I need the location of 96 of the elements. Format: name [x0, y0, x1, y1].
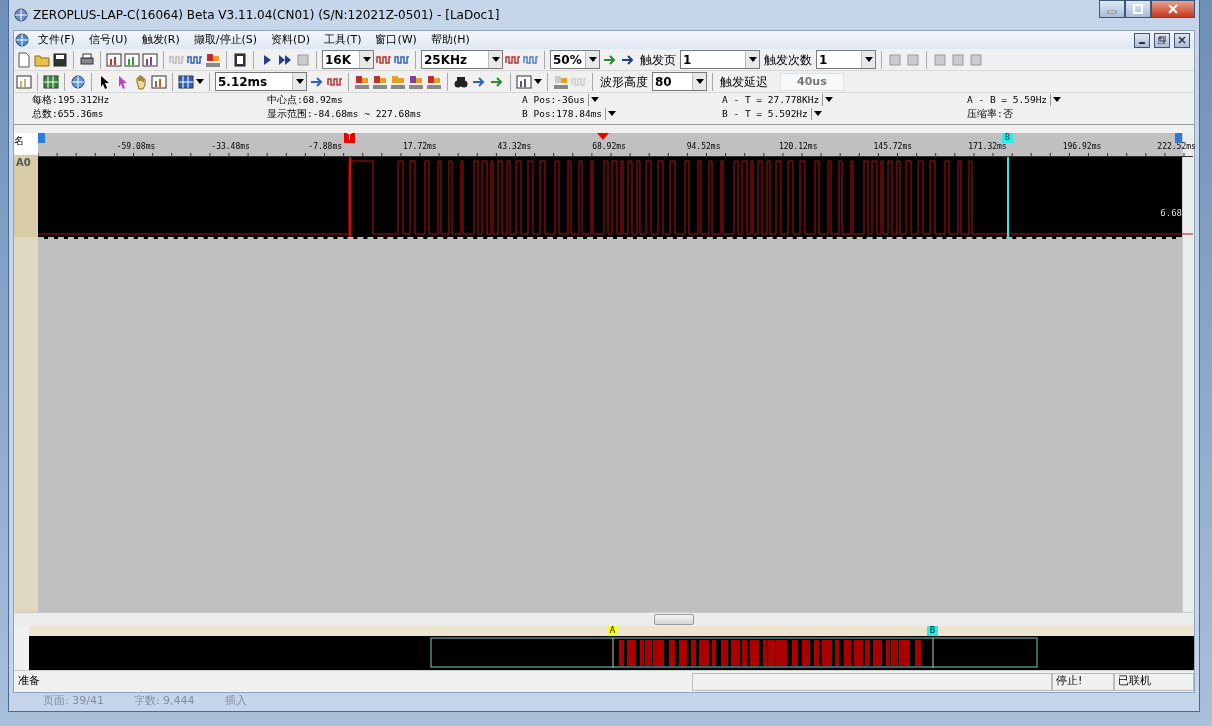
trigger-count-label: 触发次数 — [763, 51, 813, 69]
menu-item[interactable]: 触发(R) — [135, 31, 186, 49]
cursor-marker[interactable] — [38, 133, 45, 143]
info-text: A - T = 27.778KHz — [722, 92, 820, 107]
trigger-marker[interactable]: T — [344, 133, 355, 143]
restore-button[interactable] — [1154, 32, 1170, 48]
tick-label: -59.08ms — [116, 142, 156, 152]
minimize-button[interactable] — [1134, 32, 1150, 48]
window-title: ZEROPLUS-LAP-C(16064) Beta V3.11.04(CN01) (S/N:12021Z-0501) - [LaDoc1] — [33, 7, 500, 24]
close-icon — [1168, 4, 1178, 14]
caret-icon — [695, 79, 704, 84]
info-text: 总数:655.36ms — [32, 106, 104, 121]
print-icon[interactable] — [79, 51, 95, 68]
background-status-text: 字数: 9,444 — [133, 693, 195, 707]
bar-icon[interactable] — [426, 73, 442, 90]
connection-status: 已联机 — [1114, 672, 1194, 691]
save-icon[interactable] — [52, 51, 68, 68]
bar-icon[interactable] — [372, 73, 388, 90]
center-marker-icon — [597, 133, 609, 140]
new-file-icon[interactable] — [16, 51, 32, 68]
menu-item[interactable]: 工具(T) — [318, 31, 368, 49]
menu-item[interactable]: 撷取/停止(S) — [187, 31, 264, 49]
trigger-delay-button[interactable]: 40us — [780, 72, 844, 91]
trigger-delay-label: 触发延迟 — [719, 73, 769, 91]
wave-height-label: 波形高度 — [599, 73, 649, 91]
menu-item[interactable]: 帮助(H) — [424, 31, 476, 49]
trigger-count-dropdown[interactable]: 1 — [816, 50, 876, 69]
tick-label: 145.72ms — [873, 142, 913, 152]
tick-label: 43.32ms — [497, 142, 532, 152]
caret-icon — [748, 57, 757, 62]
bar-icon[interactable] — [408, 73, 424, 90]
maximize-button[interactable] — [1125, 0, 1151, 18]
info-text: B - T = 5.592Hz — [722, 106, 808, 121]
memory-depth-dropdown[interactable]: 16K — [322, 50, 374, 69]
close-button[interactable] — [1174, 32, 1190, 48]
info-text: 显示范围:-84.68ms ~ 227.68ms — [267, 106, 422, 121]
sample-rate-dropdown[interactable]: 25KHz — [421, 50, 503, 69]
wave-height-dropdown[interactable]: 80 — [652, 72, 707, 91]
globe-icon[interactable] — [70, 73, 86, 90]
background-status-text: 插入 — [224, 693, 247, 707]
grid-icon[interactable] — [43, 73, 59, 90]
capture-icon[interactable] — [124, 51, 140, 68]
info-text: A - B = 5.59Hz — [967, 92, 1048, 107]
tick-label: 222.52ms — [1157, 142, 1196, 152]
minimize-button[interactable] — [1099, 0, 1125, 18]
status-state: 停止! — [1052, 672, 1114, 691]
capture-icon[interactable] — [142, 51, 158, 68]
trigger-page-dropdown[interactable]: 1 — [680, 50, 760, 69]
cursor-marker[interactable]: A — [607, 626, 618, 636]
menu-item[interactable]: 文件(F) — [32, 31, 81, 49]
tick-label: 120.12ms — [778, 142, 818, 152]
tick-label: 171.32ms — [968, 142, 1007, 152]
cursor-marker[interactable]: B — [1002, 133, 1013, 143]
tick-label: 94.52ms — [686, 142, 721, 152]
tick-label: 68.92ms — [592, 142, 626, 152]
document-icon — [14, 32, 30, 48]
menu-item[interactable]: 窗口(W) — [369, 31, 423, 49]
caret-icon — [588, 57, 597, 62]
capture-icon[interactable] — [106, 51, 122, 68]
info-text: B Pos:178.84ms — [522, 106, 603, 121]
scrollbar-thumb[interactable] — [654, 614, 694, 625]
menu-item[interactable]: 信号(U) — [82, 31, 134, 49]
caret-icon — [491, 57, 500, 62]
app-icon — [13, 7, 29, 23]
tick-label: -33.48ms — [211, 142, 250, 152]
channel-name[interactable]: A0 — [14, 155, 38, 237]
hand-icon[interactable] — [133, 73, 149, 90]
bar-icon[interactable] — [354, 73, 370, 90]
column-header: 名 — [14, 133, 38, 155]
cursor-marker[interactable]: B — [927, 626, 938, 636]
caret-icon — [362, 57, 371, 62]
cursor-marker[interactable] — [1175, 133, 1182, 143]
background-status-text: 页面: 39/41 — [43, 693, 104, 707]
status-message: 准备 — [17, 673, 40, 690]
bar-icon[interactable] — [390, 73, 406, 90]
chart-icon[interactable] — [151, 73, 167, 90]
caret-icon — [864, 57, 873, 62]
caret-icon — [196, 79, 204, 84]
time-per-division-dropdown[interactable]: 5.12ms — [215, 72, 307, 91]
info-text: 中心点:68.92ms — [267, 92, 343, 107]
info-text: A Pos:-36us — [522, 92, 585, 107]
info-text: 压缩率:否 — [967, 106, 1013, 121]
close-icon — [1178, 36, 1186, 44]
caret-icon — [534, 79, 542, 84]
zoom-dropdown[interactable]: 50% — [550, 50, 600, 69]
info-text: 每格:195.312Hz — [32, 92, 110, 107]
tick-label: 196.92ms — [1062, 142, 1102, 152]
trigger-page-label: 触发页 — [639, 51, 677, 69]
maximize-icon — [1133, 4, 1143, 14]
tick-label: 17.72ms — [402, 142, 437, 152]
menu-item[interactable]: 资料(D) — [265, 31, 317, 49]
caret-icon — [295, 79, 304, 84]
close-button[interactable] — [1151, 0, 1195, 18]
tick-label: -7.88ms — [308, 142, 343, 152]
restore-icon — [1158, 36, 1166, 44]
channel-value: 6.68 — [1160, 207, 1182, 220]
